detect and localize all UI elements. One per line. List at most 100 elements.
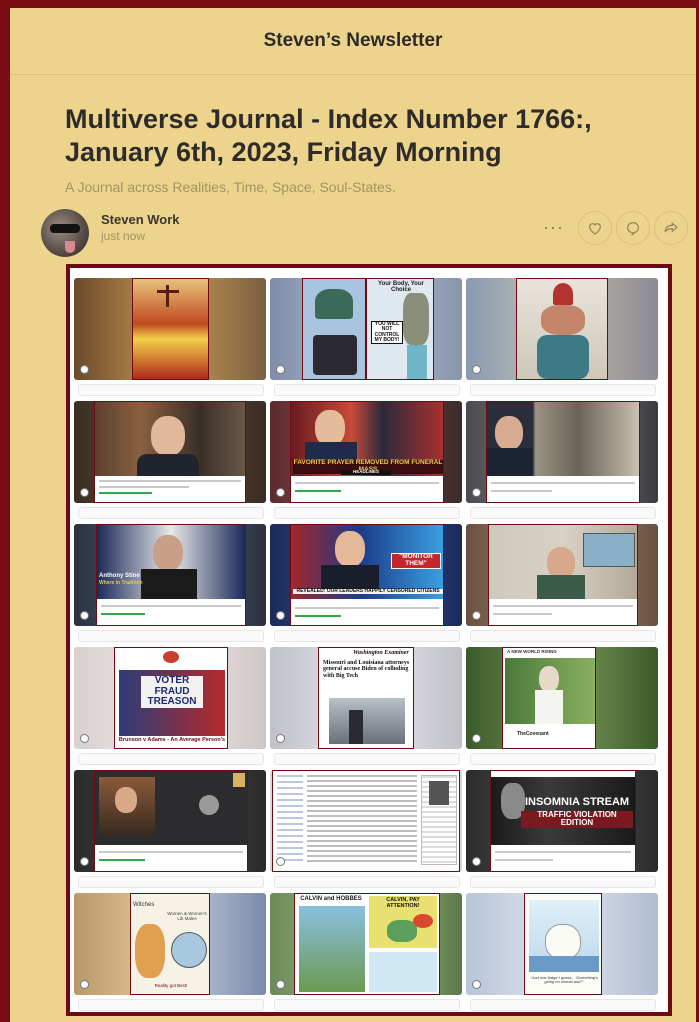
gallery-tile[interactable]: Your Body, Your Choice YOU WILL NOT CONT… (270, 278, 462, 401)
insomnia-stream-video: INSOMNIA STREAM TRAFFIC VIOLATION EDITIO… (490, 770, 636, 872)
tile-image[interactable]: Washington Examiner Missouri and Louisia… (270, 647, 462, 749)
tile-image[interactable] (74, 278, 266, 380)
image-badge-icon (276, 611, 285, 620)
tile-caption (274, 630, 460, 642)
tile-caption (78, 507, 264, 519)
post-title: Multiverse Journal - Index Number 1766:,… (65, 104, 592, 167)
tile-image[interactable] (466, 278, 658, 380)
gallery-tile[interactable]: "Just one ledge I guess... Something's g… (466, 893, 658, 1016)
gallery-tile[interactable]: "MONITOR THEM" REVEALED: OUR LEADERS HAP… (270, 524, 462, 647)
gnome-totem-art (516, 278, 608, 380)
comment-icon (627, 221, 640, 236)
author-name[interactable]: Steven Work (101, 212, 180, 227)
image-badge-icon (472, 365, 481, 374)
image-badge-icon (80, 734, 89, 743)
video-screenshot-man-bookshelf (94, 401, 246, 503)
gallery-tile[interactable] (270, 770, 462, 893)
tile-caption (470, 630, 656, 642)
heart-icon (588, 223, 602, 235)
gallery-tile[interactable] (74, 278, 266, 401)
newsletter-page: Steven’s Newsletter Multiverse Journal -… (10, 8, 696, 1022)
washington-examiner-article: Washington Examiner Missouri and Louisia… (318, 647, 414, 749)
gallery-tile[interactable]: Witches Women & Women's Lib Males Realit… (74, 893, 266, 1016)
tile-caption (78, 384, 264, 396)
post-subtitle: A Journal across Realities, Time, Space,… (65, 179, 396, 195)
tile-caption (274, 999, 460, 1011)
calvin-hobbes-comic: CALVIN and HOBBES CALVIN, PAY ATTENTION! (294, 893, 440, 995)
image-badge-icon (472, 734, 481, 743)
tile-caption (470, 507, 656, 519)
tile-image[interactable]: Anthony Stine Where in Tradition (74, 524, 266, 626)
byline: Steven Work just now ··· (41, 209, 696, 261)
video-screenshot-anthony-stine: Anthony Stine Where in Tradition (96, 524, 246, 626)
tile-image[interactable] (466, 524, 658, 626)
tile-caption (274, 507, 460, 519)
tile-image[interactable]: A NEW WORLD RISING TheCovenant (466, 647, 658, 749)
gallery-tile[interactable]: FAVORITE PRAYER REMOVED FROM FUNERAL MAS… (270, 401, 462, 524)
tile-image[interactable]: FAVORITE PRAYER REMOVED FROM FUNERAL MAS… (270, 401, 462, 503)
publication-name[interactable]: Steven’s Newsletter (264, 30, 443, 52)
tile-caption (78, 753, 264, 765)
image-badge-icon (80, 611, 89, 620)
video-screenshot-man-map (488, 524, 638, 626)
eagle-totem-art (302, 278, 366, 380)
tile-caption (470, 876, 656, 888)
tile-image[interactable]: Witches Women & Women's Lib Males Realit… (74, 893, 266, 995)
avatar-sunglasses (50, 224, 80, 233)
video-screenshot-video-call (94, 770, 248, 872)
polar-bear-cartoon: "Just one ledge I guess... Something's g… (524, 893, 602, 995)
image-badge-icon (276, 980, 285, 989)
tile-image[interactable]: "Just one ledge I guess... Something's g… (466, 893, 658, 995)
gallery-tile[interactable]: A NEW WORLD RISING TheCovenant (466, 647, 658, 770)
tile-image[interactable]: CALVIN and HOBBES CALVIN, PAY ATTENTION! (270, 893, 462, 995)
avatar-tongue (65, 241, 75, 253)
image-badge-icon (276, 365, 285, 374)
tile-image[interactable]: VOTER FRAUD TREASON Brunson v Adams - An… (74, 647, 266, 749)
gallery-tile[interactable] (466, 278, 658, 401)
tile-caption (274, 753, 460, 765)
witches-cartoon: Witches Women & Women's Lib Males Realit… (130, 893, 210, 995)
tile-caption (78, 630, 264, 642)
gallery-grid: Your Body, Your Choice YOU WILL NOT CONT… (74, 278, 666, 1016)
tile-caption (78, 999, 264, 1011)
author-avatar[interactable] (41, 209, 89, 257)
tile-image[interactable]: INSOMNIA STREAM TRAFFIC VIOLATION EDITIO… (466, 770, 658, 872)
gallery-tile[interactable] (466, 401, 658, 524)
image-badge-icon (472, 857, 481, 866)
image-badge-icon (276, 857, 285, 866)
image-badge-icon (80, 488, 89, 497)
gallery-tile[interactable]: Washington Examiner Missouri and Louisia… (270, 647, 462, 770)
image-gallery: Your Body, Your Choice YOU WILL NOT CONT… (66, 264, 672, 1016)
gallery-tile[interactable] (74, 770, 266, 893)
gallery-tile[interactable] (74, 401, 266, 524)
tile-image[interactable] (74, 401, 266, 503)
tile-caption (470, 384, 656, 396)
video-screenshot-crowd (486, 401, 640, 503)
wiki-article-screenshot (272, 770, 460, 872)
voter-fraud-article: VOTER FRAUD TREASON Brunson v Adams - An… (114, 647, 228, 749)
image-badge-icon (472, 980, 481, 989)
tile-image[interactable] (270, 770, 462, 872)
like-button[interactable] (578, 211, 612, 245)
gallery-tile[interactable] (466, 524, 658, 647)
ellipsis-icon[interactable]: ··· (543, 217, 564, 238)
tile-caption (78, 876, 264, 888)
tile-image[interactable]: Your Body, Your Choice YOU WILL NOT CONT… (270, 278, 462, 380)
comment-button[interactable] (616, 211, 650, 245)
tile-caption (274, 876, 460, 888)
body-choice-cartoon: Your Body, Your Choice YOU WILL NOT CONT… (366, 278, 434, 380)
jesus-cross-art (132, 278, 209, 380)
image-badge-icon (80, 857, 89, 866)
tile-image[interactable] (466, 401, 658, 503)
video-screenshot-funeral-mass: FAVORITE PRAYER REMOVED FROM FUNERAL MAS… (290, 401, 444, 503)
tile-image[interactable] (74, 770, 266, 872)
gallery-tile[interactable]: Anthony Stine Where in Tradition (74, 524, 266, 647)
image-badge-icon (80, 365, 89, 374)
image-badge-icon (472, 488, 481, 497)
gallery-tile[interactable]: CALVIN and HOBBES CALVIN, PAY ATTENTION! (270, 893, 462, 1016)
gallery-tile[interactable]: INSOMNIA STREAM TRAFFIC VIOLATION EDITIO… (466, 770, 658, 893)
gallery-tile[interactable]: VOTER FRAUD TREASON Brunson v Adams - An… (74, 647, 266, 770)
tile-image[interactable]: "MONITOR THEM" REVEALED: OUR LEADERS HAP… (270, 524, 462, 626)
image-badge-icon (472, 611, 481, 620)
share-button[interactable] (654, 211, 688, 245)
